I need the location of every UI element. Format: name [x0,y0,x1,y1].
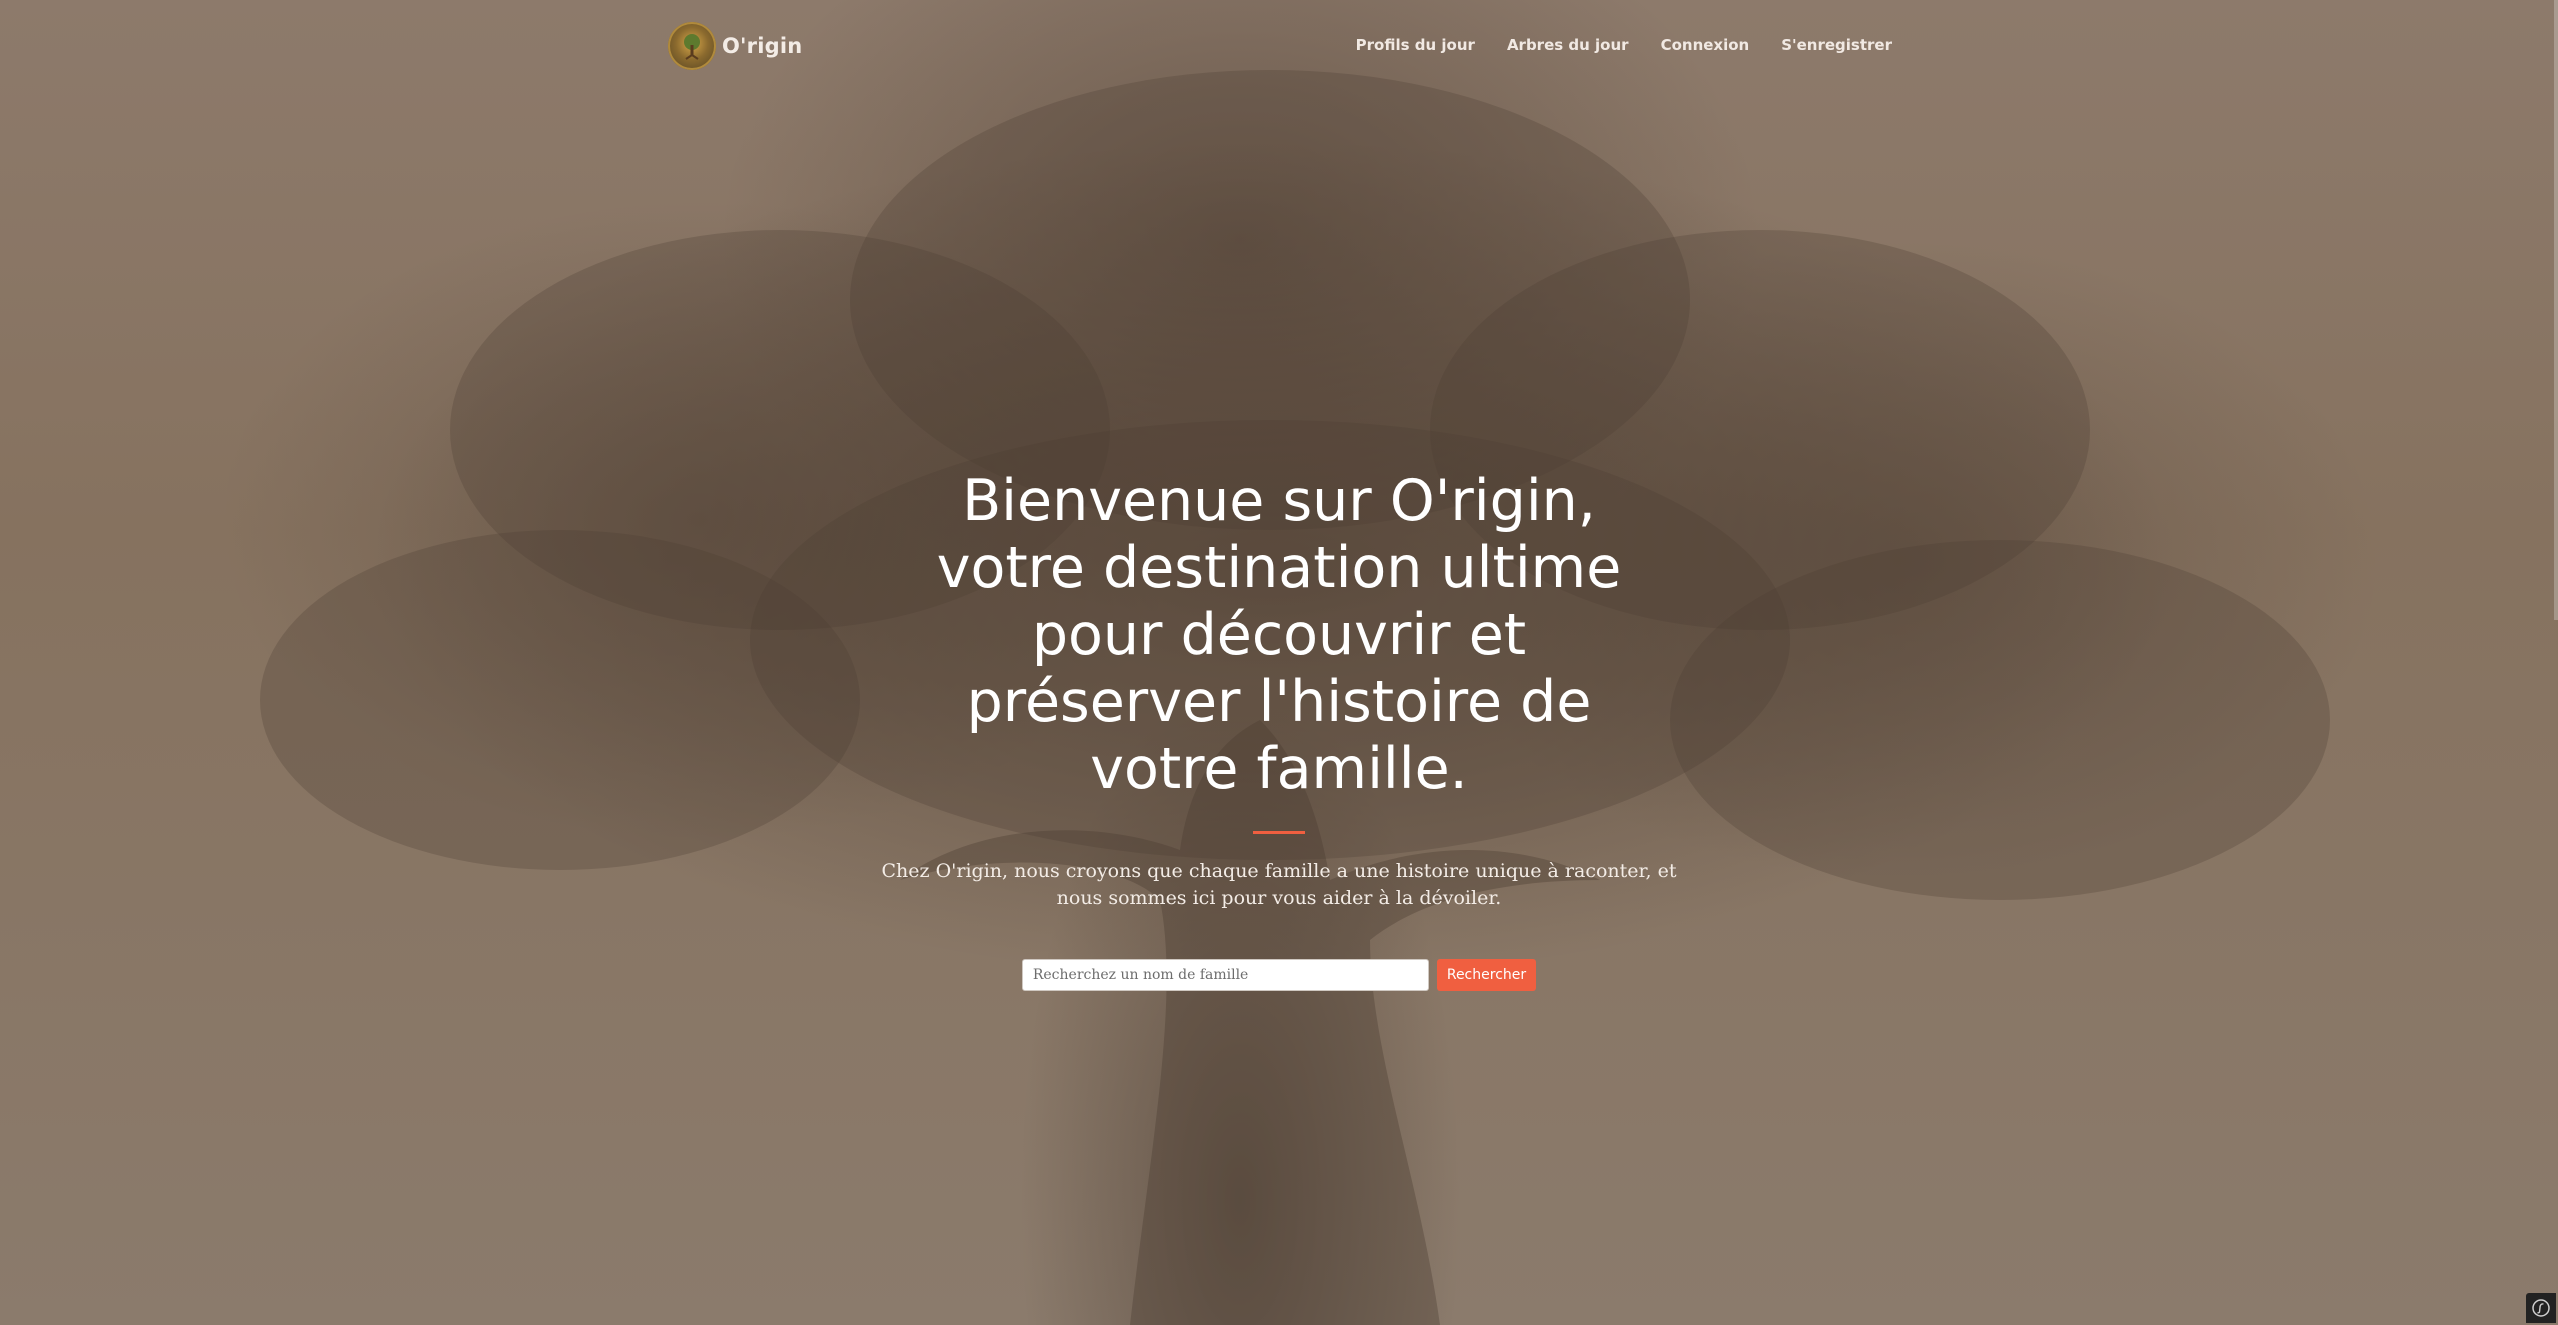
brand-link[interactable]: O'rigin [668,22,802,70]
nav-link-register[interactable]: S'enregistrer [1781,36,1892,54]
nav-link-arbres-du-jour[interactable]: Arbres du jour [1507,36,1629,54]
tree-logo-icon [668,22,716,70]
hero-section: Bienvenue sur O'rigin, votre destination… [779,468,1779,991]
nav-link-profils-du-jour[interactable]: Profils du jour [1356,36,1475,54]
hero-subtitle: Chez O'rigin, nous croyons que chaque fa… [881,860,1677,909]
symfony-icon[interactable] [2526,1293,2556,1323]
hero-divider [1253,831,1305,834]
top-navbar: O'rigin Profils du jour Arbres du jour C… [668,20,1892,74]
brand-name: O'rigin [722,34,803,58]
family-name-search-input[interactable] [1021,959,1429,991]
nav-link-connexion[interactable]: Connexion [1661,36,1750,54]
nav-links: Profils du jour Arbres du jour Connexion… [1356,36,1892,54]
search-button[interactable]: Rechercher [1436,959,1537,991]
page-scrollbar[interactable] [2554,0,2558,620]
hero-title: Bienvenue sur O'rigin, votre destination… [936,468,1622,802]
family-name-search-form: Rechercher [779,959,1779,991]
